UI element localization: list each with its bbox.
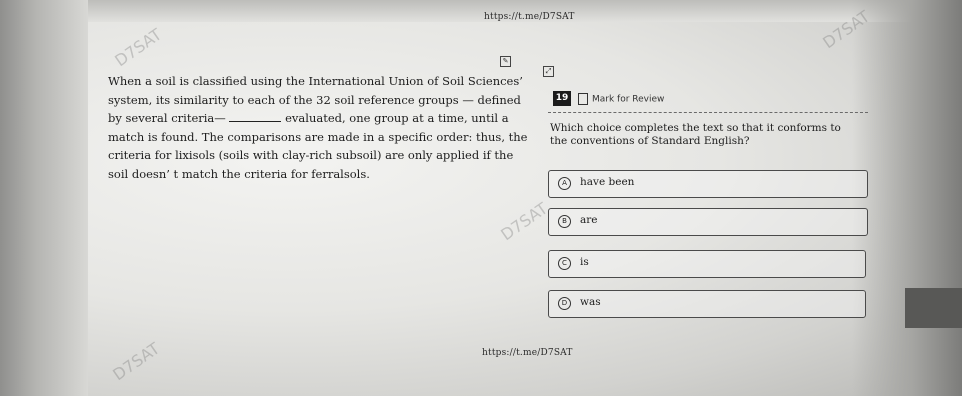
answer-choice-a[interactable]: A have been [548,170,868,198]
choice-text: is [580,256,589,268]
screen-photo-background [0,0,962,396]
top-bezel [0,0,962,22]
watermark-url-top: https://t.me/D7SAT [484,12,575,22]
bookmark-icon [578,93,588,105]
mark-for-review-label: Mark for Review [592,94,665,105]
passage-blank [229,111,282,122]
choice-letter: C [558,257,571,270]
mark-for-review-button[interactable]: Mark for Review [578,93,664,105]
question-prompt: Which choice completes the text so that … [550,122,841,147]
choice-letter: A [558,177,571,190]
answer-choice-b[interactable]: B are [548,208,868,236]
choice-text: was [580,296,601,308]
choice-letter: D [558,297,571,310]
answer-choice-c[interactable]: C is [548,250,866,278]
reading-passage: When a soil is classified using the Inte… [108,72,528,183]
question-number: 19 [553,91,571,106]
choice-text: have been [580,176,635,188]
choice-text: are [580,214,598,226]
device-edge [905,288,962,328]
answer-choice-d[interactable]: D was [548,290,866,318]
watermark-url-bottom: https://t.me/D7SAT [482,348,573,358]
left-bezel [0,0,88,396]
choice-letter: B [558,215,571,228]
expand-icon[interactable]: ⤢ [543,66,554,77]
right-bezel [852,0,962,396]
question-divider [548,112,868,113]
annotate-icon[interactable]: ✎ [500,56,511,67]
